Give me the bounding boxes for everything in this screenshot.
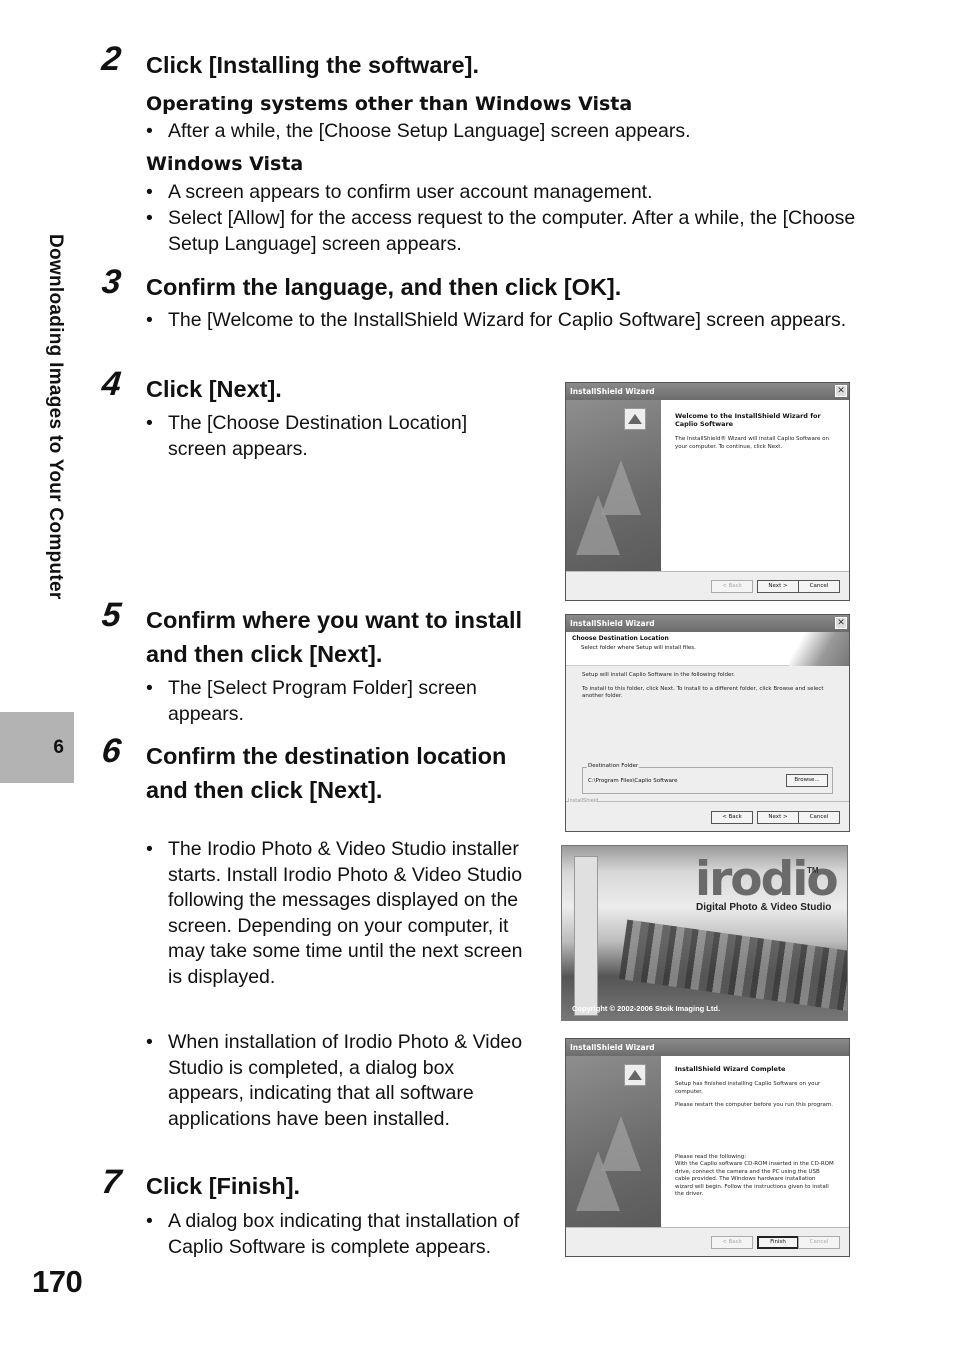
folder-path: C:\Program Files\Caplio Software <box>588 778 678 784</box>
dialog-text: The InstallShield® Wizard will install C… <box>675 436 829 450</box>
step-number: 4 <box>100 365 123 403</box>
chapter-tab: 6 <box>0 712 74 783</box>
page-number: 170 <box>32 1264 83 1299</box>
bullet-item: • The Irodio Photo & Video Studio instal… <box>146 838 523 988</box>
dialog-text: To install to this folder, click Next. T… <box>582 685 824 700</box>
product-subtitle: Digital Photo & Video Studio <box>696 902 832 913</box>
back-button: < Back <box>711 811 753 824</box>
dialog-text: Setup will install Caplio Software in th… <box>582 672 735 678</box>
folder-legend: Destination Folder <box>587 763 640 769</box>
back-button: < Back <box>711 1236 753 1249</box>
step-title: Click [Installing the software]. <box>146 52 479 78</box>
close-icon: ✕ <box>835 617 847 629</box>
film-strip-graphic <box>618 919 847 1013</box>
cancel-button: Cancel <box>798 811 840 824</box>
installshield-logo-icon <box>624 408 646 430</box>
bullet-item: • The [Welcome to the InstallShield Wiza… <box>146 309 847 331</box>
step-number: 7 <box>100 1163 123 1201</box>
cancel-button: Cancel <box>798 1236 840 1249</box>
copyright-text: Copyright © 2002-2006 Stoik Imaging Ltd. <box>572 1004 721 1013</box>
irodio-splash-screenshot: irodio TM Digital Photo & Video Studio C… <box>561 845 848 1021</box>
welcome-dialog-screenshot: InstallShield Wizard ✕ Welcome to the In… <box>565 382 850 601</box>
dialog-heading: Welcome to the InstallShield Wizard for … <box>675 412 821 428</box>
destination-folder-group: Destination Folder C:\Program Files\Capl… <box>582 763 833 794</box>
step-number: 6 <box>100 732 123 770</box>
subhead: Windows Vista <box>146 153 304 175</box>
step-number: 5 <box>100 596 123 634</box>
browse-button: Browse... <box>786 774 828 787</box>
step-title: Confirm the destination location and the… <box>146 743 507 803</box>
complete-dialog-screenshot: InstallShield Wizard InstallShield Wizar… <box>565 1038 850 1257</box>
dialog-text: With the Caplio software CD-ROM inserted… <box>675 1161 834 1197</box>
cancel-button: Cancel <box>798 580 840 593</box>
bullet-item: • The [Choose Destination Location] scre… <box>146 412 468 460</box>
dialog-titlebar: InstallShield Wizard ✕ <box>566 383 849 400</box>
next-button: Next > <box>757 811 799 824</box>
bullet-item: • A dialog box indicating that installat… <box>146 1210 520 1258</box>
dialog-titlebar: InstallShield Wizard ✕ <box>566 615 849 632</box>
irodio-logo: irodio <box>695 852 839 907</box>
dialog-titlebar: InstallShield Wizard <box>566 1039 849 1056</box>
step-number: 2 <box>100 40 123 78</box>
chapter-number: 6 <box>53 736 64 758</box>
back-button: < Back <box>711 580 753 593</box>
bullet-item: • When installation of Irodio Photo & Vi… <box>146 1031 523 1130</box>
dialog-text: Please restart the computer before you r… <box>675 1102 834 1108</box>
close-icon: ✕ <box>835 385 847 397</box>
step-title: Confirm where you want to install and th… <box>146 607 523 667</box>
bullet-item: • A screen appears to confirm user accou… <box>146 181 653 203</box>
installshield-logo-icon <box>624 1064 646 1086</box>
trademark: TM <box>807 866 819 875</box>
subhead: Operating systems other than Windows Vis… <box>146 93 633 115</box>
destination-dialog-screenshot: InstallShield Wizard ✕ Choose Destinatio… <box>565 614 850 832</box>
bullet-item: • Select [Allow] for the access request … <box>146 207 856 255</box>
film-strip-graphic <box>574 856 598 1016</box>
step-number: 3 <box>100 263 123 301</box>
step-title: Click [Next]. <box>146 376 282 402</box>
next-button: Next > <box>757 580 799 593</box>
step-title: Click [Finish]. <box>146 1173 301 1199</box>
wizard-side-graphic <box>566 1056 661 1227</box>
bullet-item: • After a while, the [Choose Setup Langu… <box>146 120 691 142</box>
section-title: Downloading Images to Your Computer <box>45 234 66 600</box>
step-title: Confirm the language, and then click [OK… <box>146 274 622 300</box>
finish-button: Finish <box>757 1236 799 1249</box>
bullet-item: • The [Select Program Folder] screen app… <box>146 677 477 725</box>
dialog-heading: InstallShield Wizard Complete <box>675 1065 786 1073</box>
dialog-text: Please read the following: <box>675 1153 747 1160</box>
wizard-side-graphic <box>566 400 661 571</box>
dialog-text: Setup has finished installing Caplio Sof… <box>675 1081 821 1095</box>
header-graphic <box>789 632 849 666</box>
